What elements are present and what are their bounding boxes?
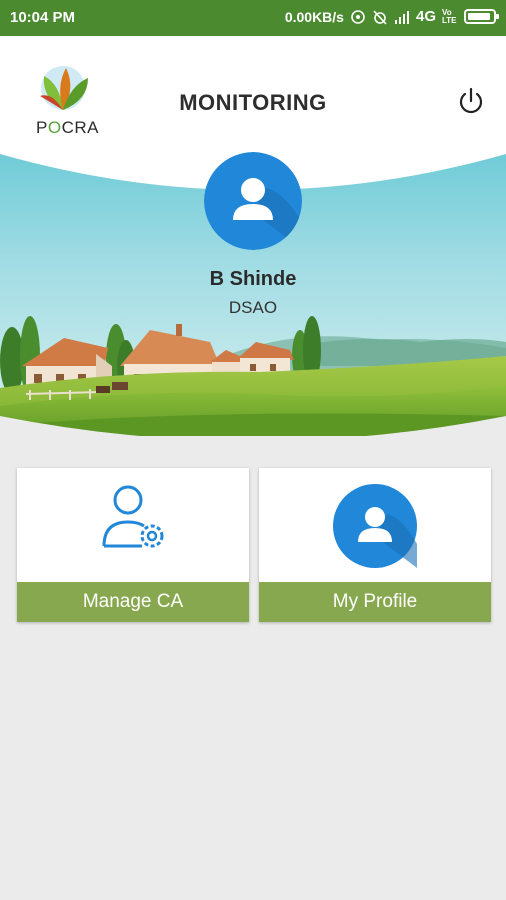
status-bar: 10:04 PM 0.00KB/s 4G Vo LTE <box>0 0 506 36</box>
profile-avatar-icon <box>333 484 417 568</box>
power-icon[interactable] <box>456 86 486 116</box>
page-title: MONITORING <box>179 90 327 115</box>
status-time: 10:04 PM <box>10 9 76 26</box>
network-speed: 0.00KB/s <box>284 8 344 25</box>
my-profile-label: My Profile <box>259 582 491 622</box>
user-role: DSAO <box>228 298 278 317</box>
my-profile-card[interactable]: My Profile <box>259 468 491 622</box>
user-name: B Shinde <box>209 268 297 290</box>
signal-icon <box>394 10 409 24</box>
logo-text: POCRA <box>36 118 99 137</box>
profile-avatar <box>204 152 302 250</box>
lte-label: Vo LTE <box>442 7 457 25</box>
manage-ca-card[interactable]: Manage CA <box>17 468 249 622</box>
status-icons: 0.00KB/s 4G Vo LTE <box>284 7 499 25</box>
battery-icon <box>464 9 499 24</box>
alarm-off-icon <box>373 9 387 25</box>
network-type: 4G <box>415 8 436 25</box>
manage-ca-label: Manage CA <box>17 582 249 622</box>
manage-user-gear-icon <box>102 485 164 548</box>
hotspot-icon <box>351 9 365 24</box>
